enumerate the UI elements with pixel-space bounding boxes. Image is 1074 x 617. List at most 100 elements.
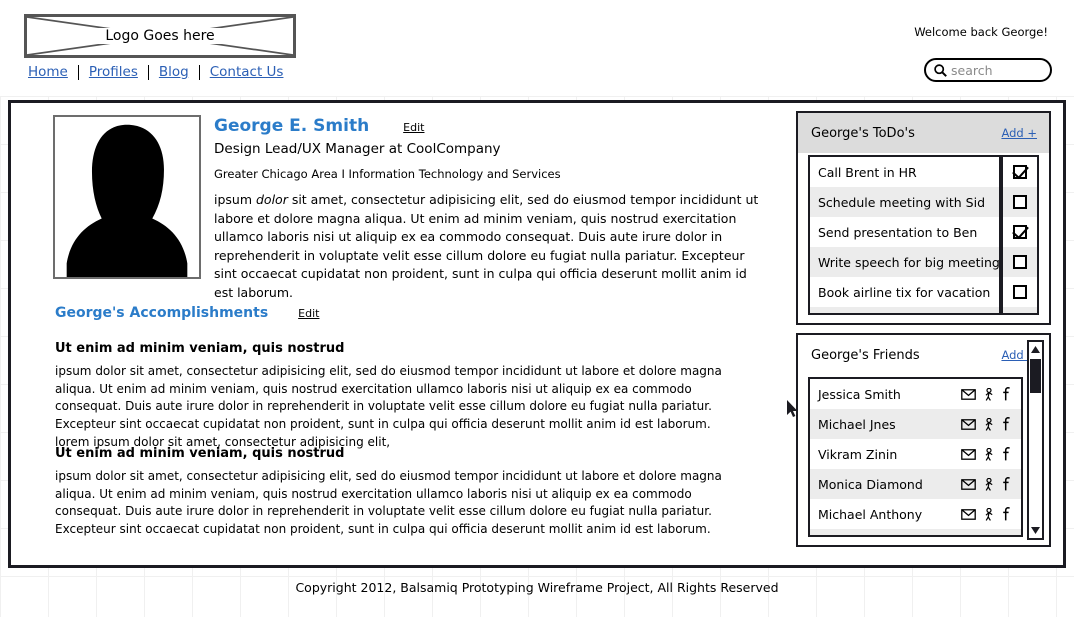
friend-row[interactable]: Vikram Zinin: [810, 439, 1021, 469]
person-icon[interactable]: [983, 477, 995, 491]
profile-title: Design Lead/UX Manager at CoolCompany: [214, 141, 501, 157]
accomplishment-body: ipsum dolor sit amet, consectetur adipis…: [55, 364, 722, 449]
facebook-icon[interactable]: [1002, 507, 1011, 521]
nav-item-contact-us[interactable]: Contact Us: [200, 64, 294, 80]
accomplishment-block: Ut enim ad minim veniam, quis nostrud ip…: [55, 446, 745, 539]
nav-item-home[interactable]: Home: [18, 64, 78, 80]
friend-action-icons: [961, 477, 1011, 491]
logo-label: Logo Goes here: [97, 28, 223, 44]
scrollbar-track[interactable]: [1029, 357, 1042, 523]
todo-label: Write speech for big meeting: [818, 254, 1000, 270]
todo-panel-header: George's ToDo's Add +: [798, 113, 1049, 153]
page-footer: Copyright 2012, Balsamiq Prototyping Wir…: [295, 580, 779, 595]
nav-item-profiles[interactable]: Profiles: [79, 64, 148, 80]
todo-check-cell[interactable]: [1001, 247, 1037, 277]
person-icon[interactable]: [983, 417, 995, 431]
todo-check-cell[interactable]: [1001, 217, 1037, 247]
profile-bio-pre: ipsum: [214, 192, 256, 207]
person-icon[interactable]: [983, 507, 995, 521]
friend-row[interactable]: Michael Anthony: [810, 499, 1021, 529]
friend-name: Michael Jnes: [818, 416, 896, 432]
accomplishment-heading: Ut enim ad minim veniam, quis nostrud: [55, 341, 345, 356]
friend-name: Vikram Zinin: [818, 446, 898, 462]
edit-accomplishments-link[interactable]: Edit: [298, 307, 319, 320]
todo-checkbox-checked[interactable]: [1013, 225, 1027, 239]
search-icon: [934, 63, 947, 77]
todo-label: Book airline tix for vacation: [818, 284, 991, 300]
scroll-up-button[interactable]: [1029, 343, 1042, 356]
triangle-down-icon: [1031, 527, 1040, 534]
friend-row-empty: [810, 529, 1021, 535]
friend-row[interactable]: Jessica Smith: [810, 379, 1021, 409]
todo-label: Send presentation to Ben: [818, 224, 978, 240]
person-icon[interactable]: [983, 447, 995, 461]
avatar-silhouette-icon: [66, 124, 188, 277]
person-icon[interactable]: [983, 387, 995, 401]
profile-meta: Greater Chicago Area I Information Techn…: [214, 167, 561, 181]
todo-check-cell[interactable]: [1001, 187, 1037, 217]
add-todo-link[interactable]: Add +: [1001, 126, 1037, 140]
friend-name: Monica Diamond: [818, 476, 923, 492]
accomplishments-title: George's Accomplishments: [55, 305, 269, 321]
friends-panel-header: George's Friends Add +: [798, 335, 1049, 375]
envelope-icon[interactable]: [961, 508, 976, 520]
envelope-icon[interactable]: [961, 388, 976, 400]
todo-list: Call Brent in HR Schedule meeting with S…: [808, 155, 1039, 315]
search-box[interactable]: [924, 58, 1052, 82]
todo-checkbox[interactable]: [1013, 255, 1027, 269]
friend-name: Jessica Smith: [818, 386, 901, 402]
edit-profile-link[interactable]: Edit: [403, 121, 424, 134]
search-input[interactable]: [951, 62, 1042, 78]
scroll-down-button[interactable]: [1029, 524, 1042, 537]
nav-item-blog[interactable]: Blog: [149, 64, 199, 80]
friend-action-icons: [961, 447, 1011, 461]
profile-bio-emphasis: dolor: [256, 192, 288, 207]
todo-check-cell[interactable]: [1001, 157, 1037, 187]
facebook-icon[interactable]: [1002, 387, 1011, 401]
accomplishments-header: George's Accomplishments Edit: [55, 305, 319, 321]
friend-row[interactable]: Monica Diamond: [810, 469, 1021, 499]
todo-row[interactable]: Schedule meeting with Sid: [810, 187, 1037, 217]
todo-row[interactable]: Call Brent in HR: [810, 157, 1037, 187]
todo-row-empty: [810, 307, 1037, 313]
friends-scrollbar[interactable]: [1027, 340, 1044, 540]
logo-text-wrap: Logo Goes here: [27, 17, 293, 55]
todo-label: Call Brent in HR: [818, 164, 917, 180]
friend-action-icons: [961, 387, 1011, 401]
facebook-icon[interactable]: [1002, 417, 1011, 431]
accomplishment-heading: Ut enim ad minim veniam, quis nostrud: [55, 446, 345, 461]
profile-bio-post: sit amet, consectetur adipisicing elit, …: [214, 192, 759, 300]
facebook-icon[interactable]: [1002, 447, 1011, 461]
friend-row[interactable]: Michael Jnes: [810, 409, 1021, 439]
friend-name: Michael Anthony: [818, 506, 923, 522]
envelope-icon[interactable]: [961, 448, 976, 460]
main-content-frame: George E. Smith Edit Design Lead/UX Mana…: [8, 100, 1066, 568]
todo-check-cell-empty: [1001, 307, 1037, 313]
friends-panel: George's Friends Add + Jessica Smith Mic…: [796, 333, 1051, 547]
todo-panel-title: George's ToDo's: [811, 125, 915, 141]
todo-checkbox-checked[interactable]: [1013, 165, 1027, 179]
todo-row[interactable]: Send presentation to Ben: [810, 217, 1037, 247]
todo-panel: George's ToDo's Add + Call Brent in HR S…: [796, 111, 1051, 325]
envelope-icon[interactable]: [961, 478, 976, 490]
main-navigation: Home Profiles Blog Contact Us: [18, 64, 293, 80]
envelope-icon[interactable]: [961, 418, 976, 430]
logo-placeholder: Logo Goes here: [24, 14, 296, 58]
profile-photo: [53, 115, 201, 279]
page-header: Logo Goes here Home Profiles Blog Contac…: [0, 0, 1074, 96]
welcome-message: Welcome back George!: [914, 25, 1048, 39]
scrollbar-thumb[interactable]: [1030, 359, 1041, 393]
todo-checkbox[interactable]: [1013, 285, 1027, 299]
profile-name: George E. Smith: [214, 116, 370, 136]
friend-action-icons: [961, 507, 1011, 521]
profile-name-row: George E. Smith Edit: [214, 116, 424, 136]
todo-check-cell[interactable]: [1001, 277, 1037, 307]
profile-bio: ipsum dolor sit amet, consectetur adipis…: [214, 191, 762, 302]
triangle-up-icon: [1031, 346, 1040, 353]
todo-row[interactable]: Book airline tix for vacation: [810, 277, 1037, 307]
facebook-icon[interactable]: [1002, 477, 1011, 491]
todo-checkbox[interactable]: [1013, 195, 1027, 209]
friends-panel-title: George's Friends: [811, 347, 920, 363]
todo-row[interactable]: Write speech for big meeting: [810, 247, 1037, 277]
todo-label: Schedule meeting with Sid: [818, 194, 986, 210]
